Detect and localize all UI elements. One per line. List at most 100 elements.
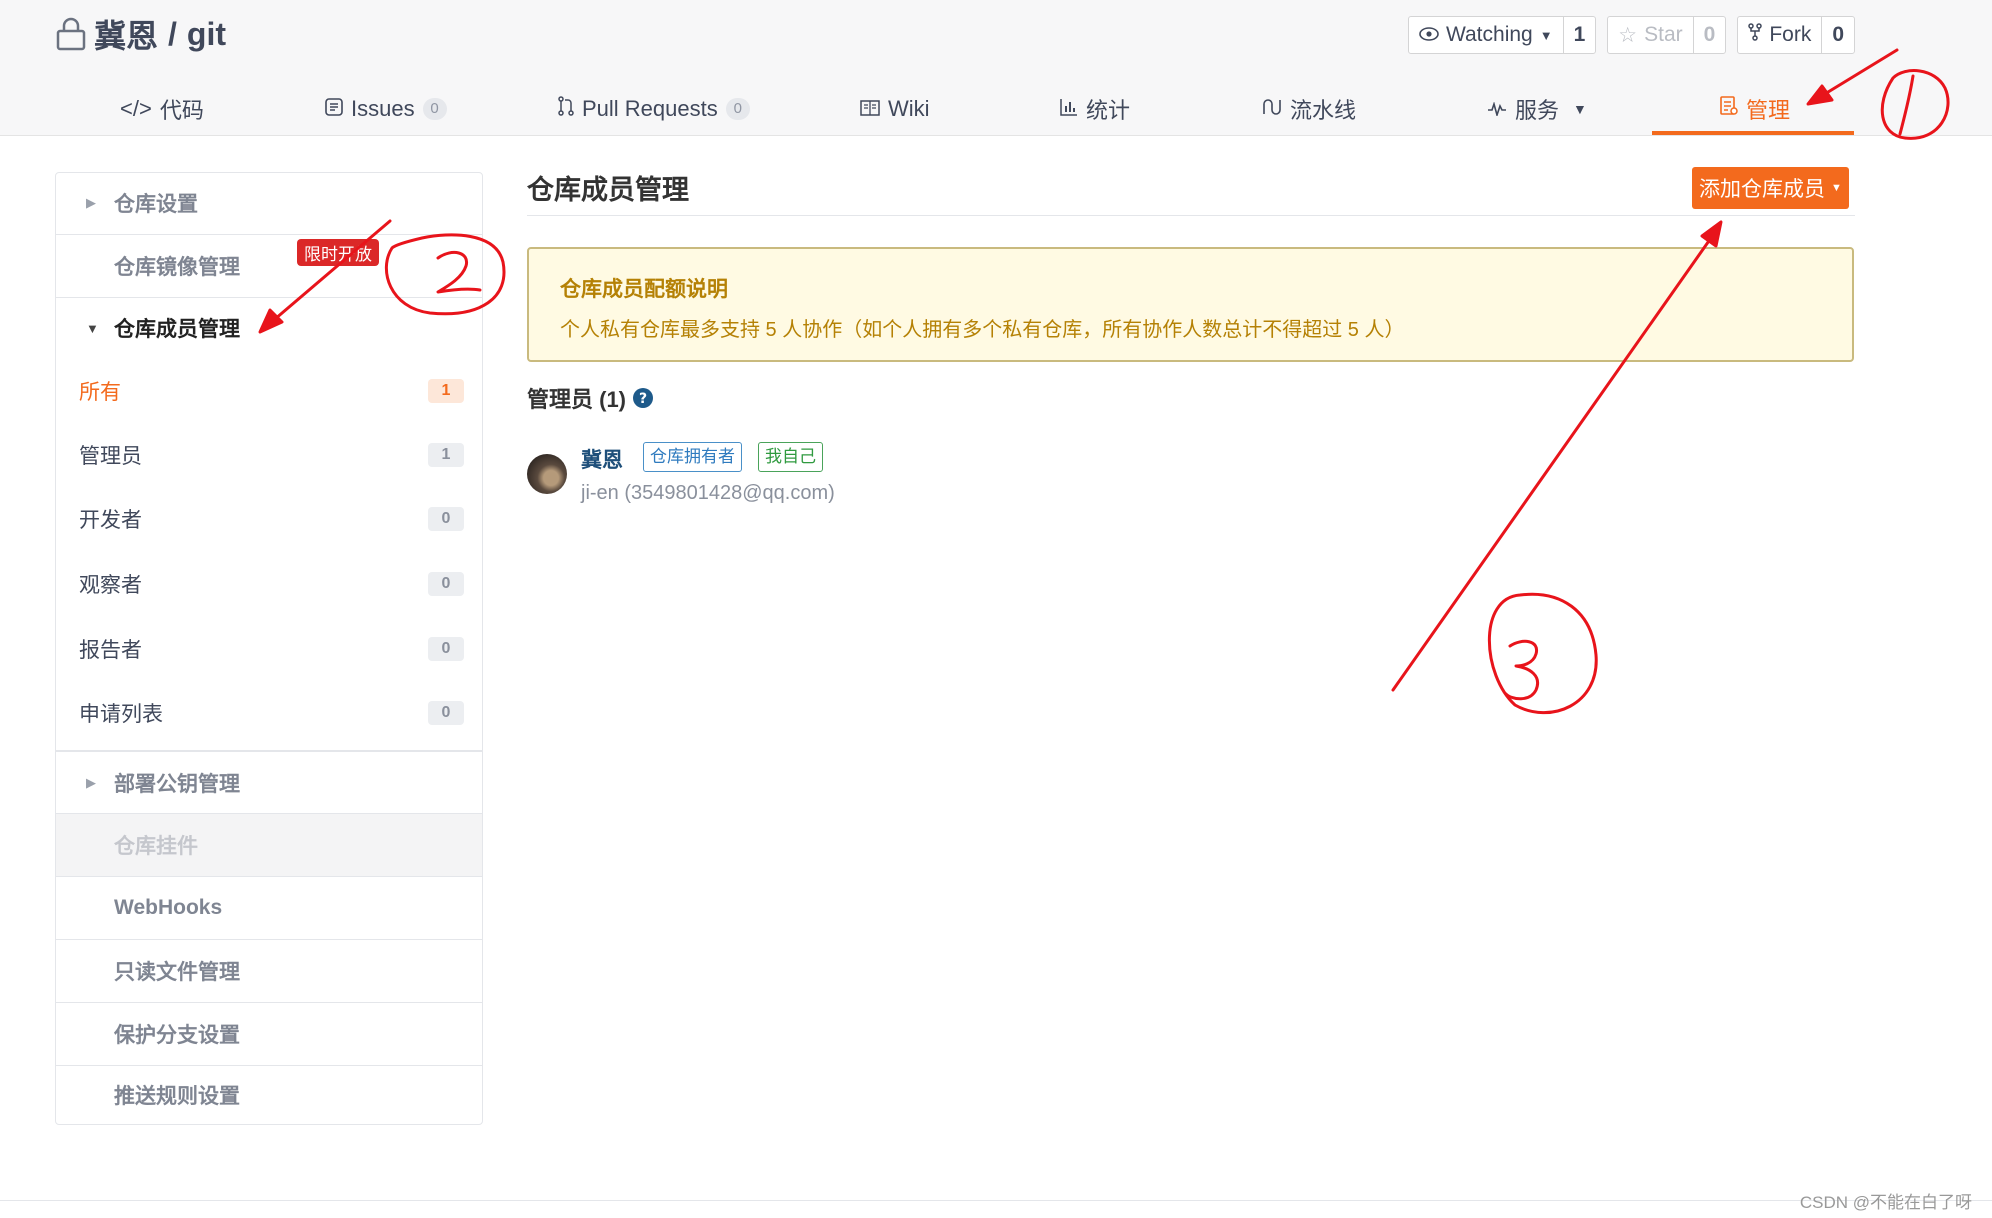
sidebar-item-readonly-files[interactable]: 只读文件管理 [56,940,482,1002]
member-filter-label: 所有 [79,381,121,404]
tab-label: 统计 [1086,98,1131,123]
tab-pipeline[interactable]: 流水线 [1262,84,1356,134]
watch-count[interactable]: 1 [1562,17,1596,53]
sidebar-item-push-rules[interactable]: 推送规则设置 [56,1066,482,1124]
limited-badge: 限时开放 [297,239,379,266]
add-member-label: 添加仓库成员 [1699,178,1826,201]
repo-title: 冀恩 / git [56,12,226,56]
sidebar-item-webhooks[interactable]: WebHooks [56,877,482,939]
star-icon: ☆ [1618,23,1638,47]
avatar[interactable] [527,454,567,494]
repo-tabs: </> 代码 Issues 0 Pull Requests 0 Wiki 统计 … [0,84,1992,136]
notice-body: 个人私有仓库最多支持 5 人协作（如个人拥有多个私有仓库，所有协作人数总计不得超… [560,319,1405,341]
annotation-circle-3 [1488,592,1598,715]
sidebar-item-label: 保护分支设置 [114,1024,240,1047]
tab-label: Issues [351,96,415,121]
tab-code[interactable]: </> 代码 [120,84,204,134]
wiki-icon [860,96,880,122]
tab-manage[interactable]: 管理 [1720,84,1790,134]
annotation-arrowhead-3 [1700,220,1723,248]
owner-tag: 仓库拥有者 [643,442,742,472]
help-icon[interactable]: ? [632,387,654,409]
member-filter-label: 报告者 [79,639,142,662]
member-filter-admin[interactable]: 管理员 1 [56,425,482,485]
member-filter-reporter[interactable]: 报告者 0 [56,619,482,679]
star-count[interactable]: 0 [1692,17,1726,53]
tab-label: Wiki [888,96,930,121]
member-filter-all[interactable]: 所有 1 [56,361,482,421]
tab-stats[interactable]: 统计 [1060,84,1130,134]
member-filter-observer[interactable]: 观察者 0 [56,554,482,614]
sidebar-item-label: 仓库成员管理 [114,318,240,341]
caret-right-icon: ▶ [86,195,96,210]
tab-service[interactable]: 服务 ▼ [1487,84,1587,134]
sidebar-item-label: 仓库设置 [114,193,198,216]
pull-request-icon [558,96,574,122]
member-filter-developer[interactable]: 开发者 0 [56,489,482,549]
sidebar-item-label: 只读文件管理 [114,961,240,984]
member-filter-label: 观察者 [79,574,142,597]
sidebar-item-label-wrap: 仓库镜像管理 限时开放 [114,239,379,281]
sidebar-item-mirror-management[interactable]: 仓库镜像管理 限时开放 [56,235,482,297]
fork-label: Fork [1769,23,1812,46]
annotation-digit-3 [1504,639,1539,701]
sidebar-item-label: 仓库镜像管理 [114,256,240,279]
sidebar-item-deploy-keys[interactable]: ▶ 部署公钥管理 [56,753,482,813]
sidebar-item-repo-settings[interactable]: ▶ 仓库设置 [56,173,482,233]
member-handle: ji-en (3549801428@qq.com) [581,482,835,504]
tab-wiki[interactable]: Wiki [860,84,930,134]
tab-label: Pull Requests [582,96,718,121]
add-member-button[interactable]: 添加仓库成员 ▼ [1692,167,1849,209]
member-filter-requests[interactable]: 申请列表 0 [56,683,482,743]
tab-label: 代码 [159,98,204,123]
sidebar-item-label: 仓库挂件 [114,835,198,858]
watch-button[interactable]: Watching ▼ 1 [1407,16,1597,54]
fork-count[interactable]: 0 [1821,17,1854,53]
manage-icon [1720,96,1738,122]
tab-issues[interactable]: Issues 0 [325,84,447,134]
page-title: 仓库成员管理 [527,175,689,205]
member-filter-count: 0 [428,637,464,661]
pipeline-icon [1262,96,1282,122]
member-name[interactable]: 冀恩 [581,444,623,474]
repo-actions: Watching ▼ 1 ☆ Star 0 Fork 0 [1407,16,1855,54]
self-tag: 我自己 [758,442,823,472]
member-filter-count: 0 [428,701,464,725]
settings-sidebar: ▶ 仓库设置 仓库镜像管理 限时开放 ▼ 仓库成员管理 所有 1 管理员 1 开… [55,172,483,1125]
tab-label: 流水线 [1290,98,1357,123]
sidebar-item-member-management[interactable]: ▼ 仓库成员管理 [56,298,482,358]
caret-down-icon: ▼ [86,320,99,336]
member-filter-count: 1 [428,443,464,467]
tab-label: 服务 [1515,98,1560,123]
svg-text:?: ? [639,391,647,407]
stats-icon [1060,96,1078,122]
admin-section-heading: 管理员 (1) ? [527,382,654,414]
member-row: 冀恩 仓库拥有者 我自己 ji-en (3549801428@qq.com) [527,440,1027,510]
star-label: Star [1644,23,1683,46]
repo-separator: / [168,15,177,52]
tab-label: 管理 [1746,98,1791,123]
member-filter-label: 管理员 [79,445,142,468]
member-filter-label: 申请列表 [79,703,163,726]
service-icon [1487,96,1507,122]
member-filter-count: 1 [428,379,464,403]
repo-owner-link[interactable]: 冀恩 [94,11,158,57]
watch-label: Watching [1445,23,1533,46]
quota-notice: 仓库成员配额说明 个人私有仓库最多支持 5 人协作（如个人拥有多个私有仓库，所有… [527,247,1854,362]
sidebar-item-repo-widgets[interactable]: 仓库挂件 [56,814,482,876]
lock-icon [56,17,86,51]
star-button[interactable]: ☆ Star 0 [1607,16,1727,54]
issues-icon [325,96,343,122]
notice-title: 仓库成员配额说明 [560,278,728,301]
sidebar-item-label: 推送规则设置 [114,1085,240,1108]
code-icon: </> [120,96,152,121]
watermark: CSDN @不能在白了呀 [1799,1193,1972,1212]
tab-pull-requests[interactable]: Pull Requests 0 [558,84,750,134]
chevron-down-icon: ▼ [1539,27,1553,43]
repo-name-link[interactable]: git [187,16,226,53]
caret-right-icon: ▶ [86,775,96,790]
footer-divider [0,1200,1992,1201]
sidebar-item-protected-branches[interactable]: 保护分支设置 [56,1003,482,1065]
fork-button[interactable]: Fork 0 [1737,16,1855,54]
title-divider [527,215,1855,216]
